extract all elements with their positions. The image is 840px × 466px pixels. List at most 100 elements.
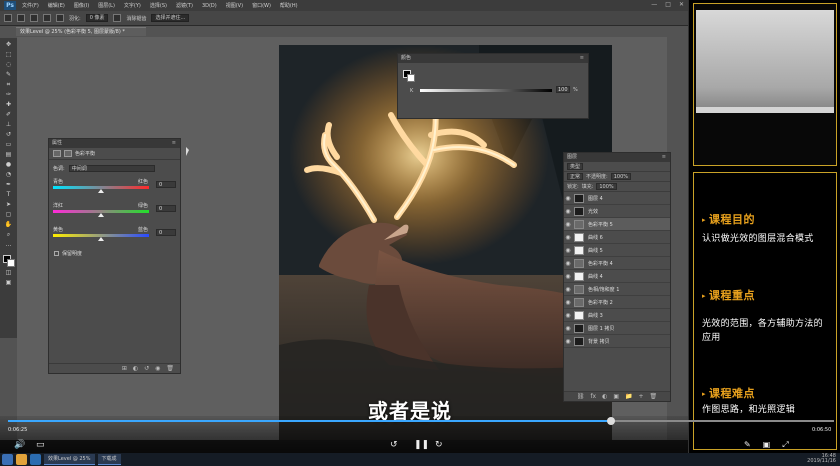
delete-icon[interactable]: 🗑: [166, 365, 174, 372]
panel-menu-icon[interactable]: ≡: [172, 139, 176, 148]
eye-icon[interactable]: ◉: [564, 312, 572, 319]
menu-filter[interactable]: 滤镜(T): [176, 2, 193, 9]
move-tool-icon[interactable]: ✥: [4, 41, 13, 49]
zoom-tool-icon[interactable]: ⌕: [4, 231, 13, 239]
new-group-icon[interactable]: 📁: [625, 393, 632, 400]
slider-knob[interactable]: [98, 189, 104, 193]
fx-icon[interactable]: fx: [590, 393, 596, 400]
preserve-luminosity-checkbox[interactable]: [54, 251, 59, 256]
video-progress-bar[interactable]: [8, 417, 834, 425]
eye-icon[interactable]: ◉: [564, 325, 572, 332]
intersect-selection-icon[interactable]: [56, 14, 64, 22]
layer-row[interactable]: ◉ 光效: [564, 205, 670, 218]
maximize-button[interactable]: □: [665, 1, 671, 8]
menu-image[interactable]: 图像(I): [74, 2, 89, 9]
eye-icon[interactable]: ◉: [564, 260, 572, 267]
view-previous-icon[interactable]: ◐: [133, 365, 138, 372]
menu-edit[interactable]: 编辑(E): [48, 2, 65, 9]
subtract-selection-icon[interactable]: [43, 14, 51, 22]
add-selection-icon[interactable]: [30, 14, 38, 22]
close-button[interactable]: ✕: [679, 1, 684, 8]
eye-icon[interactable]: ◉: [564, 234, 572, 241]
menu-help[interactable]: 帮助(H): [280, 2, 298, 9]
pause-icon[interactable]: ❚❚: [414, 440, 429, 450]
layer-row[interactable]: ◉ 曲线 5: [564, 244, 670, 257]
slider-value-input[interactable]: 0: [156, 181, 176, 188]
more-tools-icon[interactable]: …: [4, 241, 13, 249]
layer-row[interactable]: ◉ 图层 1 拷贝: [564, 322, 670, 335]
subtitle-toggle-icon[interactable]: ▭: [36, 440, 45, 450]
fullscreen-icon[interactable]: ⤢: [782, 440, 788, 450]
feather-input[interactable]: 0 像素: [85, 14, 109, 22]
browser-icon[interactable]: [16, 454, 27, 465]
rewind-icon[interactable]: ↺: [390, 440, 398, 450]
layer-row[interactable]: ◉ 曲线 6: [564, 231, 670, 244]
slider-value-input[interactable]: 0: [156, 205, 176, 212]
k-slider[interactable]: [420, 89, 552, 92]
blend-mode-select[interactable]: 正常: [567, 173, 584, 180]
menu-type[interactable]: 文字(Y): [124, 2, 141, 9]
clip-to-layer-icon[interactable]: ⊞: [122, 365, 127, 372]
layer-row[interactable]: ◉ 色相/饱和度 1: [564, 283, 670, 296]
shape-tool-icon[interactable]: ▢: [4, 211, 13, 219]
annotate-icon[interactable]: ✎: [744, 440, 751, 450]
eyedropper-tool-icon[interactable]: ✑: [4, 91, 13, 99]
layer-row[interactable]: ◉ 曲线 3: [564, 309, 670, 322]
gradient-tool-icon[interactable]: ▤: [4, 151, 13, 159]
color-panel-header[interactable]: 颜色 ≡: [398, 54, 588, 63]
healing-tool-icon[interactable]: ✚: [4, 101, 13, 109]
eye-icon[interactable]: ◉: [564, 299, 572, 306]
layer-row[interactable]: ◉ 色彩平衡 4: [564, 257, 670, 270]
eye-icon[interactable]: ◉: [564, 338, 572, 345]
menu-layer[interactable]: 图层(L): [98, 2, 115, 9]
forward-icon[interactable]: ↻: [435, 440, 443, 450]
layer-row[interactable]: ◉ 曲线 4: [564, 270, 670, 283]
stamp-tool-icon[interactable]: ⊥: [4, 121, 13, 129]
color-swatch-pair[interactable]: [403, 70, 415, 82]
adjustment-layer-icon[interactable]: ◐: [602, 393, 607, 400]
balance-slider-1[interactable]: 洋红 绿色 0: [53, 202, 176, 220]
color-swatches[interactable]: [2, 255, 15, 267]
k-value-input[interactable]: 100: [556, 86, 570, 93]
background-color[interactable]: [6, 259, 15, 267]
brush-tool-icon[interactable]: ✐: [4, 111, 13, 119]
quick-select-tool-icon[interactable]: ✎: [4, 71, 13, 79]
layer-row[interactable]: ◉ 色彩平衡 2: [564, 296, 670, 309]
eye-icon[interactable]: ◉: [564, 247, 572, 254]
reset-icon[interactable]: ↺: [144, 365, 149, 372]
select-mask-button[interactable]: 选择并遮住...: [151, 14, 190, 22]
properties-header[interactable]: 属性 ≡: [49, 139, 180, 148]
lasso-tool-icon[interactable]: ◌: [4, 61, 13, 69]
new-layer-icon[interactable]: +: [639, 393, 644, 400]
pen-tool-icon[interactable]: ✒: [4, 181, 13, 189]
quick-mask-icon[interactable]: ◫: [4, 269, 13, 277]
menu-file[interactable]: 文件(F): [22, 2, 39, 9]
slider-knob[interactable]: [98, 237, 104, 241]
preserve-luminosity[interactable]: 保留明度: [49, 250, 180, 257]
menu-select[interactable]: 选择(S): [150, 2, 167, 9]
hand-tool-icon[interactable]: ✋: [4, 221, 13, 229]
layer-row[interactable]: ◉ 图层 4: [564, 192, 670, 205]
crop-tool-icon[interactable]: ⌗: [4, 81, 13, 89]
add-mask-icon[interactable]: ▣: [613, 393, 619, 400]
taskbar-photoshop[interactable]: 效果Level @ 25%: [44, 454, 95, 465]
menu-window[interactable]: 窗口(W): [252, 2, 271, 9]
color-bg-swatch[interactable]: [407, 74, 415, 82]
antialias-checkbox[interactable]: [113, 14, 122, 22]
eye-icon[interactable]: ◉: [564, 195, 572, 202]
layers-header[interactable]: 图层 ≡: [564, 153, 670, 162]
video-progress-handle[interactable]: [606, 417, 615, 425]
slider-value-input[interactable]: 0: [156, 229, 176, 236]
layer-row[interactable]: ◉ 色彩平衡 5: [564, 218, 670, 231]
balance-slider-2[interactable]: 黄色 蓝色 0: [53, 226, 176, 244]
type-tool-icon[interactable]: T: [4, 191, 13, 199]
eye-icon[interactable]: ◉: [564, 221, 572, 228]
link-layers-icon[interactable]: ⛓: [577, 393, 585, 400]
document-tab[interactable]: 效果Level @ 25% (色彩平衡 5, 图层蒙版/8) *: [16, 27, 146, 36]
menu-view[interactable]: 视图(V): [226, 2, 243, 9]
eye-icon[interactable]: ◉: [564, 286, 572, 293]
eye-icon[interactable]: ◉: [564, 208, 572, 215]
eye-icon[interactable]: ◉: [564, 273, 572, 280]
panel-menu-icon[interactable]: ≡: [580, 54, 584, 63]
blur-tool-icon[interactable]: ●: [4, 161, 13, 169]
